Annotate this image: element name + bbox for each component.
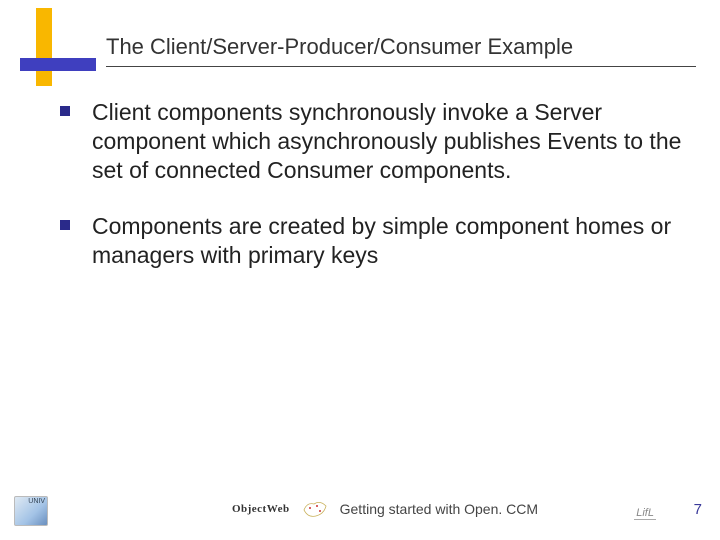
- bullet-text: Components are created by simple compone…: [92, 212, 686, 270]
- bullet-square-icon: [60, 106, 70, 116]
- corner-accent-vertical: [36, 8, 52, 86]
- bullet-text: Client components synchronously invoke a…: [92, 98, 686, 184]
- lifl-logo: LifL: [634, 507, 656, 520]
- slide-body: Client components synchronously invoke a…: [60, 98, 686, 298]
- slide-footer: UNIV ObjectWeb Getting started with Open…: [0, 490, 720, 526]
- map-icon: [302, 498, 328, 520]
- page-number: 7: [694, 501, 702, 518]
- list-item: Components are created by simple compone…: [60, 212, 686, 270]
- bullet-square-icon: [60, 220, 70, 230]
- footer-caption: Getting started with Open. CCM: [340, 501, 538, 517]
- university-badge-icon: UNIV: [14, 496, 48, 526]
- corner-accent-horizontal: [20, 58, 96, 71]
- objectweb-logo: ObjectWeb: [232, 503, 290, 515]
- footer-left-logos: UNIV: [14, 496, 48, 526]
- footer-center: ObjectWeb Getting started with Open. CCM: [170, 498, 600, 520]
- list-item: Client components synchronously invoke a…: [60, 98, 686, 184]
- slide-title: The Client/Server-Producer/Consumer Exam…: [106, 34, 700, 60]
- title-underline: [106, 66, 696, 67]
- objectweb-logo-text: ObjectWeb: [232, 503, 290, 515]
